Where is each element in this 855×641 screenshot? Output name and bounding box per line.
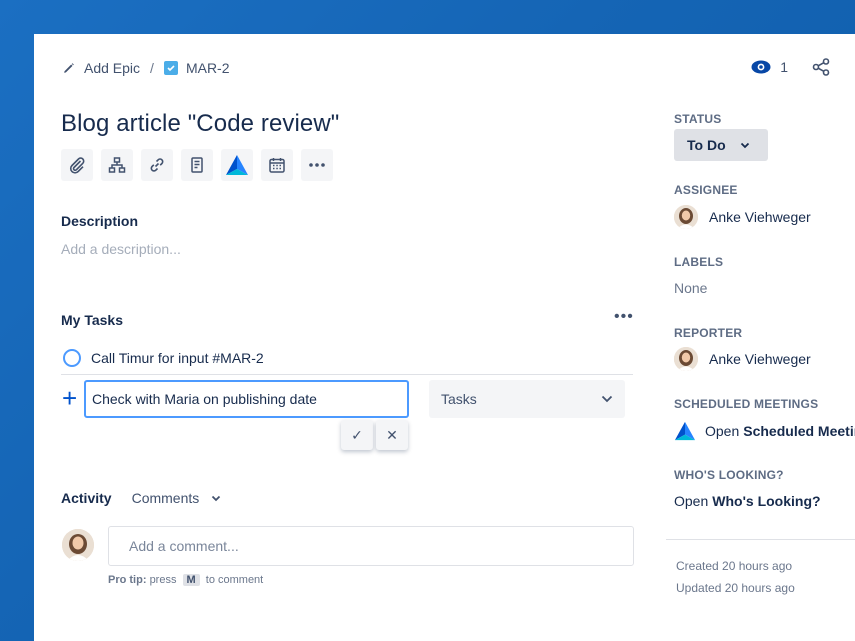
- calendar-icon: [269, 158, 285, 173]
- whos-looking-link-text: Who's Looking?: [712, 493, 821, 509]
- watch-button[interactable]: 1: [751, 59, 788, 75]
- status-dropdown[interactable]: To Do: [674, 129, 768, 161]
- add-task-plus-icon[interactable]: +: [62, 385, 77, 411]
- open-label: Open: [705, 423, 740, 439]
- description-label: Description: [61, 213, 139, 229]
- meetings-logo-icon: [226, 155, 248, 175]
- my-tasks-label: My Tasks: [61, 312, 123, 328]
- activity-header: Activity Comments: [61, 490, 221, 506]
- issue-title[interactable]: Blog article "Code review": [61, 110, 339, 138]
- reporter-label: REPORTER: [674, 326, 743, 340]
- confirm-task-button[interactable]: ✓: [341, 420, 373, 450]
- activity-label: Activity: [61, 490, 112, 506]
- assignee-label: ASSIGNEE: [674, 183, 738, 197]
- assignee-avatar: [674, 205, 698, 229]
- sidebar-divider: [666, 539, 855, 540]
- labels-value[interactable]: None: [674, 280, 707, 296]
- chevron-down-icon: [740, 142, 749, 148]
- close-icon: ✕: [386, 426, 398, 443]
- task-label: Call Timur for input #MAR-2: [91, 350, 264, 366]
- calendar-button[interactable]: [261, 149, 293, 181]
- assignee-field[interactable]: Anke Viehweger: [674, 205, 811, 229]
- open-whos-looking-link[interactable]: Open Who's Looking?: [674, 493, 821, 509]
- more-icon: [309, 163, 325, 167]
- task-item[interactable]: Call Timur for input #MAR-2: [61, 342, 633, 375]
- header-actions: 1: [751, 58, 830, 76]
- document-icon: [191, 157, 203, 173]
- keyboard-shortcut-key: M: [182, 574, 200, 586]
- child-issue-button[interactable]: [101, 149, 133, 181]
- task-list-select-value: Tasks: [441, 391, 477, 407]
- scheduled-meetings-link-text: Scheduled Meetings: [743, 423, 855, 439]
- meetings-app-button[interactable]: [221, 149, 253, 181]
- labels-label: LABELS: [674, 255, 724, 269]
- new-task-input[interactable]: [84, 380, 409, 418]
- activity-filter-dropdown[interactable]: Comments: [132, 490, 222, 506]
- link-issue-button[interactable]: [141, 149, 173, 181]
- pro-tip-post: to comment: [205, 574, 264, 586]
- issue-key-link[interactable]: MAR-2: [186, 60, 230, 76]
- breadcrumb-separator: /: [150, 60, 154, 76]
- comment-input[interactable]: Add a comment...: [108, 526, 634, 566]
- chevron-down-icon: [212, 495, 221, 501]
- hierarchy-icon: [108, 157, 126, 173]
- updated-timestamp: Updated 20 hours ago: [676, 581, 795, 595]
- assignee-name: Anke Viehweger: [709, 209, 811, 225]
- eye-icon: [751, 60, 771, 74]
- reporter-name: Anke Viehweger: [709, 351, 811, 367]
- current-user-avatar: [62, 529, 94, 561]
- status-value: To Do: [687, 137, 726, 153]
- chevron-down-icon: [601, 395, 613, 403]
- open-label: Open: [674, 493, 709, 509]
- description-field[interactable]: Add a description...: [61, 241, 181, 257]
- task-checkbox[interactable]: [63, 349, 81, 367]
- issue-card: Add Epic / MAR-2 1 Blog article "Code re…: [34, 34, 855, 641]
- pro-tip-label: Pro tip:: [108, 574, 147, 586]
- activity-filter-value: Comments: [131, 490, 200, 506]
- whos-looking-label: WHO'S LOOKING?: [674, 468, 784, 482]
- pencil-icon: [64, 63, 74, 73]
- status-label: STATUS: [674, 112, 722, 126]
- breadcrumb: Add Epic / MAR-2: [62, 60, 230, 76]
- paperclip-icon: [69, 157, 85, 174]
- add-epic-link[interactable]: Add Epic: [84, 60, 140, 76]
- link-icon: [150, 158, 164, 172]
- share-icon[interactable]: [812, 58, 830, 76]
- page-button[interactable]: [181, 149, 213, 181]
- open-scheduled-meetings-link[interactable]: Open Scheduled Meetings: [674, 420, 855, 442]
- pro-tip-pre: press: [149, 574, 177, 586]
- cancel-task-button[interactable]: ✕: [376, 420, 408, 450]
- pro-tip: Pro tip: press M to comment: [108, 574, 263, 586]
- scheduled-meetings-label: SCHEDULED MEETINGS: [674, 397, 819, 411]
- more-actions-button[interactable]: [301, 149, 333, 181]
- task-type-icon: [163, 61, 178, 75]
- created-timestamp: Created 20 hours ago: [676, 559, 793, 573]
- issue-toolbar: [61, 149, 333, 181]
- reporter-avatar: [674, 347, 698, 371]
- task-list-select[interactable]: Tasks: [429, 380, 625, 418]
- reporter-field[interactable]: Anke Viehweger: [674, 347, 811, 371]
- check-icon: ✓: [351, 426, 363, 443]
- attach-button[interactable]: [61, 149, 93, 181]
- meetings-logo-icon: [674, 421, 696, 441]
- task-confirm-actions: ✓ ✕: [341, 420, 408, 450]
- tasks-more-button[interactable]: •••: [614, 308, 634, 326]
- watch-count: 1: [780, 59, 788, 75]
